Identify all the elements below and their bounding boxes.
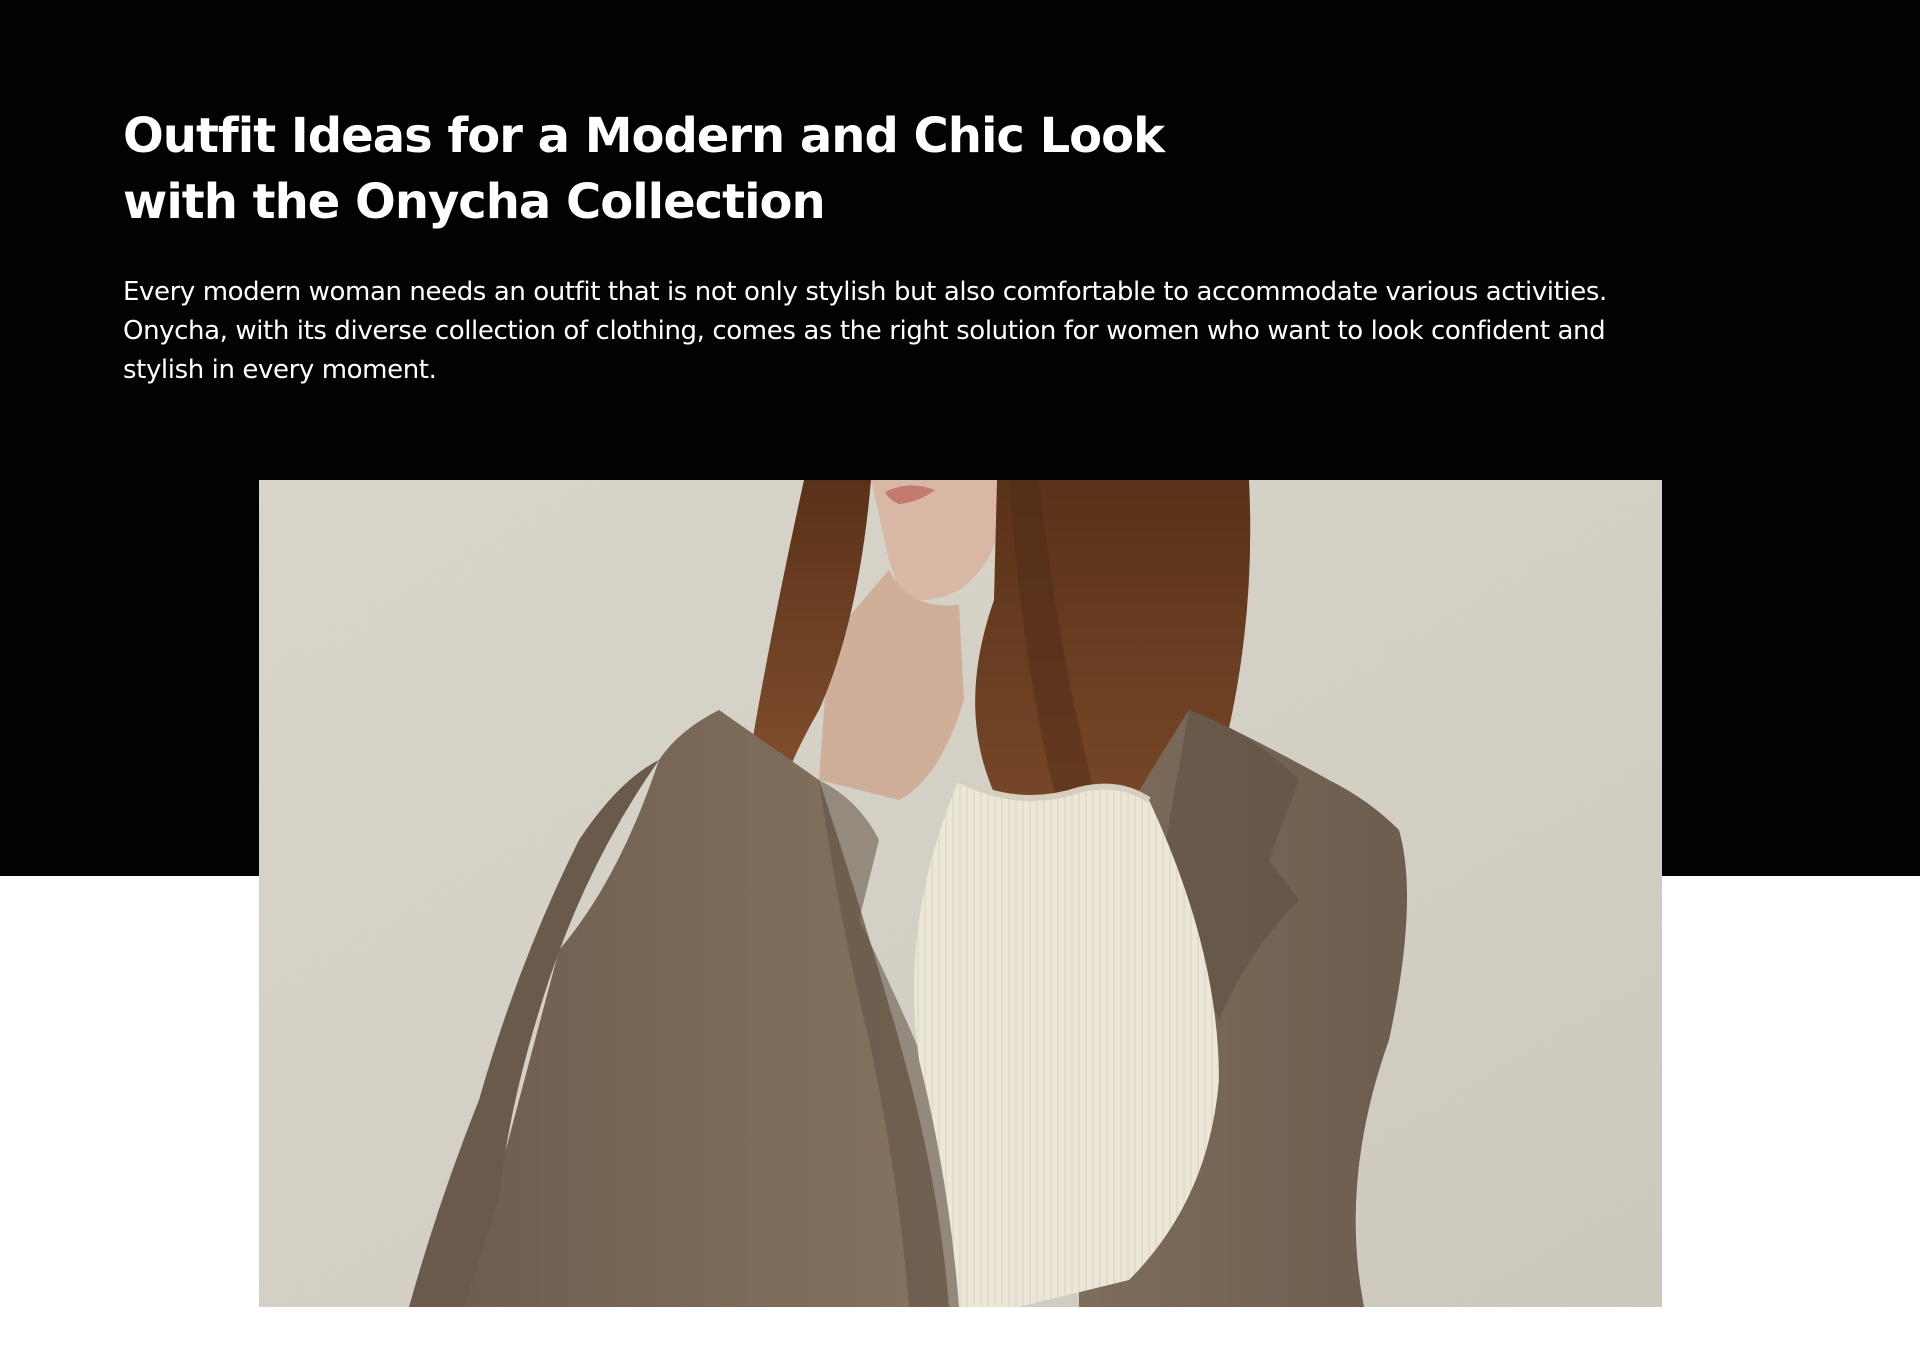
article-title-line-2: with the Onycha Collection [123, 174, 826, 230]
article-title: Outfit Ideas for a Modern and Chic Look … [123, 103, 1323, 235]
article-intro: Every modern woman needs an outfit that … [123, 273, 1823, 390]
featured-outfit-photo [259, 480, 1662, 1307]
article-intro-line-2: Onycha, with its diverse collection of c… [123, 316, 1606, 346]
article-page: Outfit Ideas for a Modern and Chic Look … [0, 0, 1920, 1350]
article-title-line-1: Outfit Ideas for a Modern and Chic Look [123, 108, 1165, 164]
article-intro-line-1: Every modern woman needs an outfit that … [123, 277, 1607, 307]
outfit-photo-illustration [259, 480, 1662, 1307]
article-intro-line-3: stylish in every moment. [123, 355, 437, 385]
